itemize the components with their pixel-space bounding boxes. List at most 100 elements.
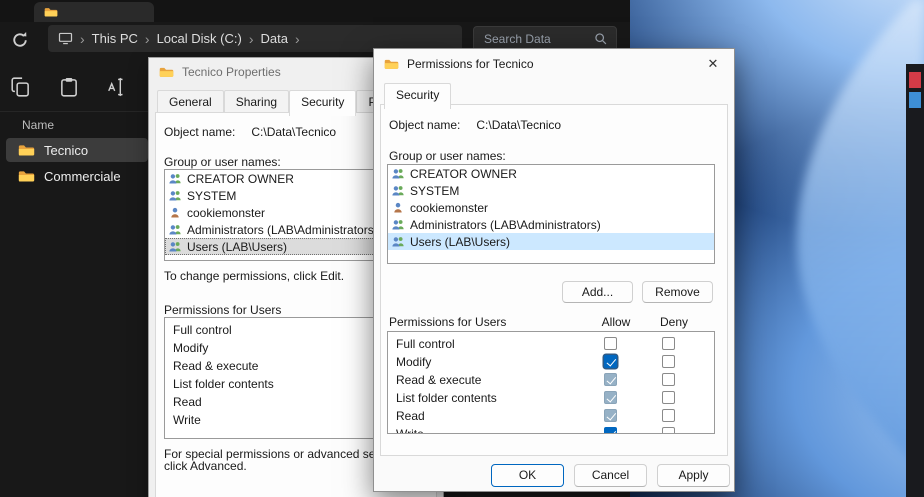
permission-row: List folder contents [388, 389, 714, 407]
folder-icon [384, 58, 399, 70]
security-tab-page: Object name: C:\Data\Tecnico Group or us… [380, 104, 728, 456]
paste-icon[interactable] [58, 76, 80, 98]
deny-checkbox[interactable] [662, 427, 675, 434]
deny-checkbox[interactable] [662, 391, 675, 404]
group-icon [391, 218, 405, 232]
chevron-right-icon: › [145, 32, 150, 46]
close-icon[interactable]: ✕ [692, 49, 734, 79]
group-list-label: Group or user names: [164, 155, 281, 169]
deny-checkbox[interactable] [662, 409, 675, 422]
rename-icon[interactable] [106, 76, 128, 98]
permission-label: Modify [388, 355, 431, 369]
explorer-tab-strip [0, 0, 630, 22]
group-icon [391, 167, 405, 181]
group-icon [168, 223, 182, 237]
tab-sharing[interactable]: Sharing [224, 90, 289, 114]
folder-icon [44, 6, 58, 18]
deny-checkbox[interactable] [662, 373, 675, 386]
allow-checkbox[interactable] [604, 373, 617, 386]
group-icon [391, 235, 405, 249]
group-item[interactable]: SYSTEM [388, 182, 714, 199]
allow-checkbox[interactable] [604, 391, 617, 404]
allow-checkbox[interactable] [604, 337, 617, 350]
group-list: CREATOR OWNER SYSTEM cookiemonster Admin… [387, 164, 715, 264]
apply-button[interactable]: Apply [657, 464, 730, 487]
add-button[interactable]: Add... [562, 281, 633, 303]
advanced-hint-line2: click Advanced. [164, 459, 247, 473]
search-icon [594, 32, 608, 46]
group-item-selected[interactable]: Users (LAB\Users) [388, 233, 714, 250]
group-item[interactable]: Administrators (LAB\Administrators) [388, 216, 714, 233]
group-item[interactable]: cookiemonster [388, 199, 714, 216]
folder-name: Commerciale [44, 169, 121, 184]
search-placeholder: Search Data [484, 32, 594, 46]
object-name-value: C:\Data\Tecnico [251, 125, 336, 139]
tab-security[interactable]: Security [289, 90, 356, 116]
column-header-name[interactable]: Name [22, 118, 54, 132]
allow-checkbox[interactable] [604, 355, 617, 368]
folder-icon [18, 169, 35, 183]
permission-row: Modify [388, 353, 714, 371]
copy-icon[interactable] [10, 76, 32, 98]
object-name-value: C:\Data\Tecnico [476, 118, 561, 132]
explorer-tab[interactable] [34, 2, 154, 22]
group-name: Users (LAB\Users) [410, 235, 510, 249]
object-name-label: Object name: [164, 125, 235, 139]
tab-general[interactable]: General [157, 90, 224, 114]
permission-row-clipped: Write [388, 425, 714, 434]
red-badge-icon [909, 72, 921, 88]
remove-button[interactable]: Remove [642, 281, 713, 303]
permission-label: Write [388, 427, 424, 434]
permissions-checkbox-list: Full control Modify Read & execute List … [387, 331, 715, 434]
deny-checkbox[interactable] [662, 355, 675, 368]
chevron-right-icon: › [249, 32, 254, 46]
allow-checkbox[interactable] [604, 427, 617, 434]
this-pc-icon[interactable] [58, 31, 73, 46]
breadcrumb-local-disk[interactable]: Local Disk (C:) [157, 31, 242, 46]
group-name: CREATOR OWNER [187, 172, 294, 186]
permissions-dialog: Permissions for Tecnico ✕ Security Objec… [373, 48, 735, 492]
allow-checkbox[interactable] [604, 409, 617, 422]
permission-row: Full control [388, 335, 714, 353]
dialog-title: Tecnico Properties [182, 65, 281, 79]
cancel-button[interactable]: Cancel [574, 464, 647, 487]
permission-label: Read [388, 409, 425, 423]
group-name: Administrators (LAB\Administrators) [187, 223, 378, 237]
user-icon [168, 206, 182, 220]
group-name: cookiemonster [187, 206, 265, 220]
background-window-edge [906, 64, 924, 497]
group-name: Administrators (LAB\Administrators) [410, 218, 601, 232]
file-row-commerciale[interactable]: Commerciale [6, 164, 148, 188]
tab-security[interactable]: Security [384, 83, 451, 109]
deny-column-header: Deny [654, 315, 694, 329]
group-name: SYSTEM [410, 184, 459, 198]
blue-badge-icon [909, 92, 921, 108]
refresh-icon[interactable] [10, 29, 30, 49]
permission-row: Read & execute [388, 371, 714, 389]
deny-checkbox[interactable] [662, 337, 675, 350]
object-name-label: Object name: [389, 118, 460, 132]
permissions-tabs: Security [384, 83, 451, 107]
group-name: SYSTEM [187, 189, 236, 203]
group-item[interactable]: CREATOR OWNER [388, 165, 714, 182]
group-icon [168, 189, 182, 203]
dialog-title: Permissions for Tecnico [407, 57, 534, 71]
permission-label: Full control [388, 337, 455, 351]
breadcrumb-data[interactable]: Data [261, 31, 288, 46]
chevron-right-icon: › [295, 32, 300, 46]
breadcrumb-this-pc[interactable]: This PC [92, 31, 138, 46]
folder-icon [159, 66, 174, 78]
allow-column-header: Allow [596, 315, 636, 329]
group-icon [168, 172, 182, 186]
folder-name: Tecnico [44, 143, 88, 158]
group-name: Users (LAB\Users) [187, 240, 287, 254]
permissions-label: Permissions for Users [164, 303, 281, 317]
ok-button[interactable]: OK [491, 464, 564, 487]
group-icon [391, 184, 405, 198]
chevron-right-icon: › [80, 32, 85, 46]
file-row-tecnico[interactable]: Tecnico [6, 138, 148, 162]
group-name: cookiemonster [410, 201, 488, 215]
edit-hint: To change permissions, click Edit. [164, 269, 344, 283]
permission-label: Read & execute [388, 373, 481, 387]
group-name: CREATOR OWNER [410, 167, 517, 181]
